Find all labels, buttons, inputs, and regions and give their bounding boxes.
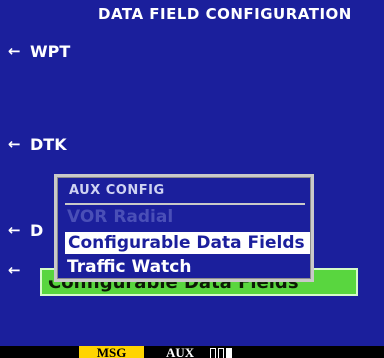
aux-config-title: AUX CONFIG (69, 183, 165, 198)
aux-config-window: AUX CONFIG VOR Radial Configurable Data … (54, 174, 314, 282)
field-label: WPT (30, 41, 71, 61)
menu-item-vor-radial: VOR Radial (67, 207, 174, 227)
page-title: DATA FIELD CONFIGURATION (98, 5, 352, 23)
arrow-left-icon: ← (8, 42, 21, 60)
field-label: D (30, 220, 44, 240)
field-row-wpt[interactable]: ← WPT (8, 40, 70, 62)
arrow-left-icon: ← (8, 261, 21, 279)
field-row-d[interactable]: ← D (8, 219, 43, 241)
arrow-left-icon: ← (8, 135, 21, 153)
field-row-4[interactable]: ← (8, 259, 30, 281)
field-row-dtk[interactable]: ← DTK (8, 133, 67, 155)
msg-annunciator: MSG (79, 346, 144, 358)
page-group-label: AUX (166, 346, 195, 358)
field-label: DTK (30, 134, 67, 154)
page-indicator-2 (218, 348, 224, 358)
status-bar: MSG AUX (0, 346, 384, 358)
arrow-left-icon: ← (8, 221, 21, 239)
page-indicator-3-active (226, 348, 232, 358)
gps-screen: DATA FIELD CONFIGURATION ← WPT ← DTK ← D… (0, 0, 384, 346)
divider (65, 203, 305, 205)
page-indicator-1 (210, 348, 216, 358)
menu-item-configurable-data-fields[interactable]: Configurable Data Fields (65, 232, 310, 254)
menu-item-traffic-watch[interactable]: Traffic Watch (67, 257, 191, 277)
